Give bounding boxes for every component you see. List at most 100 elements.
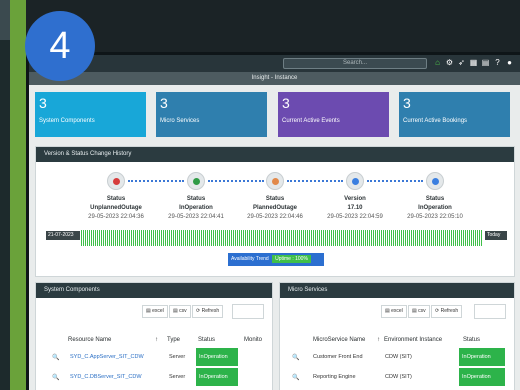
refresh-label: Refresh xyxy=(201,308,220,314)
micro-services-title: Micro Services xyxy=(280,283,514,298)
background-left-panel xyxy=(0,40,10,390)
help-icon[interactable]: ? xyxy=(493,57,502,68)
card-label: Current Active Events xyxy=(282,118,340,124)
event-date: 29-05-2023 22:04:41 xyxy=(168,214,224,220)
status-dot xyxy=(352,178,359,185)
gear-icon[interactable]: ⚙ xyxy=(445,57,454,68)
sort-icon[interactable]: ↑ xyxy=(155,333,158,347)
card-value: 3 xyxy=(282,95,290,111)
card-active-events[interactable]: 3 Current Active Events xyxy=(278,92,389,137)
timeline-connector xyxy=(287,180,343,182)
rocket-icon[interactable]: ➶ xyxy=(457,57,466,68)
availability-start-date: 21-07-2023 xyxy=(46,231,80,240)
column-header[interactable]: Status xyxy=(198,333,215,347)
search-icon[interactable]: 🔍 xyxy=(52,354,59,361)
resource-type: Server xyxy=(169,354,186,360)
timeline-connector xyxy=(128,180,184,182)
search-input[interactable]: Search... xyxy=(283,58,427,69)
background-green-strip xyxy=(10,0,26,390)
card-value: 3 xyxy=(403,95,411,111)
status-dot xyxy=(272,178,279,185)
environment-instance: CDW (SIT) xyxy=(385,354,412,360)
user-icon[interactable]: ● xyxy=(505,57,514,68)
csv-label: csv xyxy=(418,308,426,314)
card-value: 3 xyxy=(39,95,47,111)
card-system-components[interactable]: 3 System Components xyxy=(35,92,146,137)
timeline-connector xyxy=(208,180,264,182)
refresh-button[interactable]: ⟳ Refresh xyxy=(192,305,224,318)
timeline-connector xyxy=(367,180,423,182)
availability-bar xyxy=(81,230,483,246)
status-dot xyxy=(432,178,439,185)
card-value: 3 xyxy=(160,95,168,111)
availability-trend-button[interactable]: Availability Trend Uptime : 100% xyxy=(228,253,324,266)
event-title: Status xyxy=(186,196,206,202)
search-icon[interactable]: 🔍 xyxy=(292,354,299,361)
card-label: System Components xyxy=(39,118,95,124)
csv-button[interactable]: ▤ csv xyxy=(408,305,430,318)
refresh-button[interactable]: ⟳ Refresh xyxy=(431,305,463,318)
search-icon[interactable]: 🔍 xyxy=(52,374,59,381)
event-title: Status xyxy=(106,196,126,202)
history-panel-title: Version & Status Change History xyxy=(36,147,514,162)
column-header[interactable]: Monito xyxy=(244,333,262,347)
csv-button[interactable]: ▤ csv xyxy=(169,305,191,318)
timeline-node[interactable] xyxy=(266,172,284,190)
event-value: InOperation xyxy=(179,205,213,211)
column-header[interactable]: Resource Name xyxy=(68,333,111,347)
microservice-name[interactable]: Customer Front End xyxy=(313,348,363,366)
csv-label: csv xyxy=(179,308,187,314)
card-label: Current Active Bookings xyxy=(403,118,468,124)
column-header[interactable]: MicroService Name xyxy=(313,333,365,347)
system-components-title: System Components xyxy=(36,283,272,298)
status-dot xyxy=(193,178,200,185)
sort-icon[interactable]: ↑ xyxy=(377,333,380,347)
event-date: 29-05-2023 22:04:36 xyxy=(88,214,144,220)
background-top-strip xyxy=(26,0,520,52)
timeline-event: Status InOperation 29-05-2023 22:05:10 xyxy=(390,195,480,222)
event-value: PlannedOutage xyxy=(252,205,297,211)
environment-instance: CDW (SIT) xyxy=(385,374,412,380)
resource-name-link[interactable]: SYD_C.AppServer_SIT_CDW xyxy=(70,348,144,366)
event-title: Status xyxy=(425,196,445,202)
top-navigation-bar: Search... ⌂ ⚙ ➶ ▦ ▤ ? ● xyxy=(29,55,520,72)
excel-button[interactable]: ▤ excel xyxy=(381,305,407,318)
card-micro-services[interactable]: 3 Micro Services xyxy=(156,92,267,137)
filter-input[interactable] xyxy=(232,304,264,319)
trend-label: Availability Trend xyxy=(231,256,269,262)
toolbar-icons: ⌂ ⚙ ➶ ▦ ▤ ? ● xyxy=(433,57,514,68)
availability-end-label: Today xyxy=(485,231,507,240)
column-header[interactable]: Environment Instance xyxy=(384,333,442,347)
status-badge: InOperation xyxy=(459,348,505,366)
timeline-node[interactable] xyxy=(346,172,364,190)
microservice-name[interactable]: Reporting Engine xyxy=(313,368,356,386)
uptime-badge: Uptime : 100% xyxy=(272,255,311,263)
printer-icon[interactable]: ▤ xyxy=(481,57,490,68)
column-header[interactable]: Status xyxy=(463,333,480,347)
refresh-label: Refresh xyxy=(440,308,459,314)
filter-input[interactable] xyxy=(474,304,506,319)
step-number-badge: 4 xyxy=(25,11,95,81)
event-value: InOperation xyxy=(418,205,452,211)
excel-label: excel xyxy=(152,308,164,314)
event-title: Status xyxy=(265,196,285,202)
timeline-event: Version 17.10 29-05-2023 22:04:59 xyxy=(310,195,400,222)
event-value: UnplannedOutage xyxy=(90,205,142,211)
timeline-node[interactable] xyxy=(107,172,125,190)
event-date: 29-05-2023 22:04:59 xyxy=(327,214,383,220)
card-active-bookings[interactable]: 3 Current Active Bookings xyxy=(399,92,510,137)
home-icon[interactable]: ⌂ xyxy=(433,57,442,68)
timeline-node[interactable] xyxy=(187,172,205,190)
event-date: 29-05-2023 22:05:10 xyxy=(407,214,463,220)
excel-button[interactable]: ▤ excel xyxy=(142,305,168,318)
resource-type: Server xyxy=(169,374,186,380)
search-icon[interactable]: 🔍 xyxy=(292,374,299,381)
timeline-event: Status InOperation 29-05-2023 22:04:41 xyxy=(151,195,241,222)
card-label: Micro Services xyxy=(160,118,200,124)
calendar-icon[interactable]: ▦ xyxy=(469,57,478,68)
timeline-event: Status PlannedOutage 29-05-2023 22:04:46 xyxy=(230,195,320,222)
event-date: 29-05-2023 22:04:46 xyxy=(247,214,303,220)
timeline-node[interactable] xyxy=(426,172,444,190)
resource-name-link[interactable]: SYD_C.DBServer_SIT_CDW xyxy=(70,368,142,386)
column-header[interactable]: Type xyxy=(167,333,180,347)
